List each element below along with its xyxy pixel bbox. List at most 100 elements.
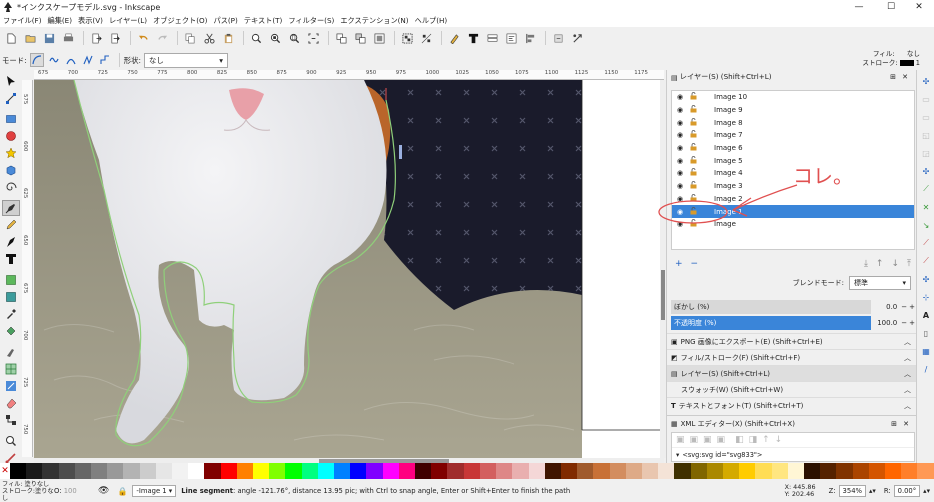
export-icon[interactable] — [107, 30, 123, 46]
pen-tool-icon[interactable] — [2, 200, 20, 216]
palette-swatch[interactable] — [269, 463, 286, 479]
menu-object[interactable]: オブジェクト(O) — [153, 16, 207, 26]
text-dialog-icon[interactable] — [465, 30, 481, 46]
snap-bbox-midpoint-icon[interactable]: ◲ — [919, 146, 933, 160]
cut-icon[interactable] — [201, 30, 217, 46]
circle-tool-icon[interactable] — [2, 128, 20, 144]
palette-swatch[interactable] — [528, 463, 545, 479]
current-layer-select[interactable]: -Image 1 ▾ — [132, 485, 177, 497]
rotation-field[interactable]: 0.00° — [893, 485, 921, 497]
lock-layer-icon[interactable]: 🔒 — [117, 487, 127, 496]
palette-swatch[interactable] — [301, 463, 318, 479]
menu-help[interactable]: ヘルプ(H) — [415, 16, 448, 26]
palette-swatch[interactable] — [350, 463, 367, 479]
panel-swatches[interactable]: スウォッチ(W) (Shift+Ctrl+W) ︿ — [667, 381, 917, 397]
blend-mode-select[interactable]: 標準 ▾ — [849, 276, 911, 290]
vertical-ruler[interactable]: 575 600 625 650 675 700 725 750 — [22, 80, 33, 457]
paraxial-mode-icon[interactable] — [98, 53, 112, 67]
eye-icon[interactable]: ◉ — [677, 106, 687, 114]
new-text-node-icon[interactable]: ▣ — [690, 435, 699, 445]
mesh-tool-icon[interactable] — [2, 361, 20, 377]
eye-icon[interactable]: ◉ — [677, 182, 687, 190]
paste-icon[interactable] — [220, 30, 236, 46]
palette-swatch[interactable] — [382, 463, 399, 479]
document-properties-icon[interactable] — [569, 30, 585, 46]
status-opacity[interactable]: O: 100 — [54, 487, 90, 495]
palette-swatch[interactable] — [58, 463, 75, 479]
palette-swatch[interactable] — [771, 463, 788, 479]
status-fill-stroke[interactable]: フィル: 塗りなし ストローク:塗りなし — [0, 481, 54, 502]
duplicate-node-icon[interactable]: ▣ — [703, 435, 712, 445]
layer-down-icon[interactable]: ↓ — [891, 259, 899, 269]
layer-row[interactable]: ◉ Image 1 — [672, 205, 914, 218]
layer-row[interactable]: ◉ Image 7 — [672, 129, 914, 142]
palette-swatch[interactable] — [236, 463, 254, 479]
palette-swatch[interactable] — [431, 463, 448, 479]
palette-swatch[interactable] — [884, 463, 902, 479]
snap-nodes-icon[interactable]: ✣ — [919, 164, 933, 178]
maximize-button[interactable]: ☐ — [876, 0, 906, 14]
palette-swatch[interactable] — [204, 463, 221, 479]
layer-row[interactable]: ◉ Image 6 — [672, 142, 914, 155]
star-tool-icon[interactable] — [2, 145, 20, 161]
no-paint-swatch-icon[interactable]: ✕ — [0, 463, 10, 479]
panel-text-font[interactable]: T テキストとフォント(T) (Shift+Ctrl+T) ︿ — [667, 397, 917, 413]
tweak-tool-icon[interactable] — [2, 344, 20, 360]
shape-select[interactable]: なし ▾ — [143, 52, 228, 68]
unlocked-icon[interactable] — [690, 168, 700, 178]
redo-icon[interactable] — [154, 30, 170, 46]
path-node-handle[interactable] — [399, 145, 402, 159]
eye-icon[interactable]: ◉ — [677, 220, 687, 228]
unlocked-icon[interactable] — [690, 219, 700, 229]
layer-to-top-icon[interactable]: ⤒ — [907, 259, 911, 269]
preferences-icon[interactable] — [550, 30, 566, 46]
clone-icon[interactable] — [352, 30, 368, 46]
palette-swatch[interactable] — [123, 463, 140, 479]
layer-row[interactable]: ◉ Image 2 — [672, 193, 914, 206]
snap-bbox-corner-icon[interactable]: ◱ — [919, 128, 933, 142]
blur-minus-icon[interactable]: − — [901, 303, 907, 311]
menu-edit[interactable]: 編集(E) — [48, 16, 73, 26]
close-panel-icon[interactable]: ✕ — [902, 73, 908, 81]
undo-icon[interactable] — [135, 30, 151, 46]
indent-node-icon[interactable]: ◨ — [749, 435, 758, 445]
import-icon[interactable] — [88, 30, 104, 46]
eye-icon[interactable]: ◉ — [677, 93, 687, 101]
unlocked-icon[interactable] — [690, 117, 700, 128]
spray-tool-icon[interactable] — [2, 272, 20, 288]
palette-swatch[interactable] — [463, 463, 480, 479]
layer-row[interactable]: ◉ Image 8 — [672, 116, 914, 129]
snap-page-border-icon[interactable]: ▯ — [919, 326, 933, 340]
connector-tool-icon[interactable] — [2, 412, 20, 428]
restore-panel-icon[interactable]: ⊞ — [891, 420, 897, 428]
palette-swatch[interactable] — [706, 463, 723, 479]
xml-editor-dialog-icon[interactable] — [503, 30, 519, 46]
layer-row[interactable]: ◉ Image 9 — [672, 104, 914, 117]
palette-swatch[interactable] — [479, 463, 497, 479]
eye-icon[interactable]: ◉ — [677, 131, 687, 139]
eye-icon[interactable]: ◉ — [677, 157, 687, 165]
palette-swatch[interactable] — [496, 463, 513, 479]
eraser-tool-icon[interactable] — [2, 395, 20, 411]
palette-swatch[interactable] — [447, 463, 464, 479]
delete-node-icon[interactable]: ▣ — [717, 435, 726, 445]
unlocked-icon[interactable] — [690, 105, 700, 115]
measure-tool-icon[interactable] — [2, 289, 20, 305]
calligraphy-tool-icon[interactable] — [2, 234, 20, 250]
snap-center-icon[interactable]: ✣ — [919, 272, 933, 286]
opacity-slider[interactable]: 不透明度 (%) — [671, 316, 871, 330]
gradient-tool-icon[interactable] — [2, 378, 20, 394]
panel-png-export[interactable]: ▣ PNG 画像にエクスポート(E) (Shift+Ctrl+E) ︿ — [667, 333, 917, 349]
minimize-button[interactable]: — — [844, 0, 874, 14]
close-panel-icon[interactable]: ✕ — [903, 420, 909, 428]
canvas-drawing[interactable] — [34, 80, 664, 458]
print-icon[interactable] — [60, 30, 76, 46]
scroll-thumb[interactable] — [661, 270, 665, 320]
palette-swatch[interactable] — [609, 463, 626, 479]
close-window-button[interactable]: ✕ — [904, 0, 934, 14]
palette-swatch[interactable] — [10, 463, 27, 479]
palette-swatch[interactable] — [641, 463, 659, 479]
eye-icon[interactable]: ◉ — [677, 119, 687, 127]
raise-node-icon[interactable]: ↑ — [762, 435, 770, 445]
palette-swatch[interactable] — [366, 463, 383, 479]
